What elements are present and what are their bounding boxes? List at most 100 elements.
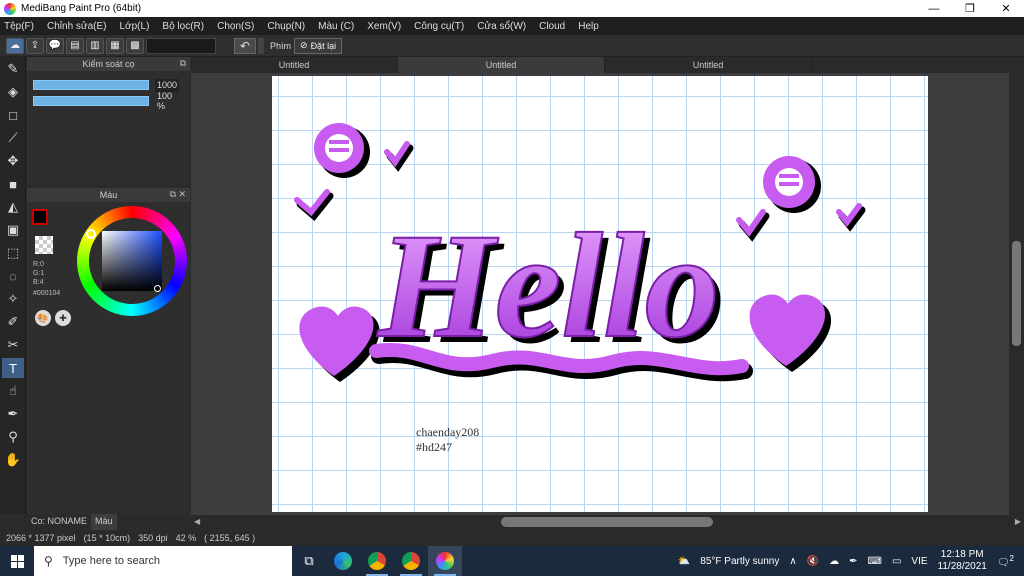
- weather-icon[interactable]: ⛅: [678, 556, 690, 567]
- menu-tools[interactable]: Công cụ(T): [414, 21, 464, 32]
- tab-brush-name[interactable]: Co: NONAME: [27, 514, 91, 530]
- top-toolbar: ☁ ⇪ 💬 ▤ ▥ ▦ ▩ ↶ Phím ⊘ Đặt lại: [0, 35, 1024, 57]
- palette-icon[interactable]: 🎨: [35, 310, 51, 326]
- menu-cloud[interactable]: Cloud: [539, 21, 565, 32]
- caption-line-1: chaenday208: [416, 425, 479, 439]
- tab-color[interactable]: Màu: [91, 514, 117, 530]
- canvas-area[interactable]: Hello Hello chaenday208 #hd247: [191, 73, 1009, 515]
- settings-page-icon[interactable]: ▦: [106, 37, 124, 54]
- close-button[interactable]: ✕: [988, 0, 1024, 17]
- status-dpi: 350 dpi: [138, 533, 168, 543]
- move-icon[interactable]: ✥: [2, 151, 24, 171]
- volume-icon[interactable]: 🔇: [807, 556, 819, 567]
- rectangle-icon[interactable]: □: [2, 105, 24, 125]
- palette-add-icon[interactable]: ✚: [55, 310, 71, 326]
- doc-tab-3[interactable]: Untitled: [605, 57, 812, 73]
- status-size: 2066 * 1377 pixel: [6, 533, 76, 543]
- display-icon[interactable]: ▭: [892, 556, 901, 567]
- menu-layer[interactable]: Lớp(L): [120, 21, 150, 32]
- menu-view[interactable]: Xem(V): [367, 21, 401, 32]
- status-dims: (15 * 10cm): [83, 533, 131, 543]
- medibang-app-icon: [4, 2, 16, 15]
- maximize-button[interactable]: ❐: [952, 0, 988, 17]
- dropper-2-icon[interactable]: ⚲: [2, 427, 24, 447]
- chrome-icon[interactable]: [360, 546, 394, 576]
- pen-tray-icon[interactable]: ✒: [849, 556, 857, 567]
- menu-window[interactable]: Cửa sổ(W): [477, 21, 526, 32]
- pen-icon[interactable]: ⟋: [2, 128, 24, 148]
- sv-marker[interactable]: [154, 285, 161, 292]
- brush-icon[interactable]: ✎: [2, 59, 24, 79]
- gradient-icon[interactable]: ▣: [2, 220, 24, 240]
- menu-bar: Tệp(F) Chỉnh sửa(E) Lớp(L) Bộ lọc(R) Chọ…: [0, 17, 1024, 35]
- select-pen-icon[interactable]: ✐: [2, 312, 24, 332]
- undo-icon[interactable]: ↶: [234, 37, 256, 54]
- menu-help[interactable]: Help: [578, 21, 599, 32]
- text-icon[interactable]: T: [2, 358, 24, 378]
- horizontal-scrollbar[interactable]: ◀ ▶: [191, 515, 1024, 529]
- task-view-icon[interactable]: ⧉: [292, 546, 326, 576]
- saturation-value-square[interactable]: [102, 231, 162, 291]
- eraser-icon[interactable]: ◈: [2, 82, 24, 102]
- keyboard-icon[interactable]: ⌨: [868, 556, 882, 567]
- brush-size-slider[interactable]: [33, 80, 149, 90]
- menu-color[interactable]: Màu (C): [318, 21, 354, 32]
- reset-button[interactable]: ⊘ Đặt lại: [294, 37, 343, 54]
- brush-opacity-slider[interactable]: [33, 96, 149, 106]
- grid-icon[interactable]: ▩: [126, 37, 144, 54]
- weather-text[interactable]: 85°F Partly sunny: [700, 556, 779, 567]
- upload-icon[interactable]: ⇪: [26, 37, 44, 54]
- color-wheel[interactable]: [77, 206, 187, 316]
- canvas-paper[interactable]: Hello Hello chaenday208 #hd247: [272, 76, 928, 512]
- panel-close-icon[interactable]: ⧉ ✕: [170, 189, 186, 200]
- minimize-button[interactable]: —: [916, 0, 952, 17]
- cloud-icon[interactable]: ☁: [6, 37, 24, 54]
- page-icon[interactable]: ▥: [86, 37, 104, 54]
- notification-icon[interactable]: 🗨2: [997, 554, 1014, 568]
- tool-strip: ✎ ◈ □ ⟋ ✥ ■ ◭ ▣ ⬚ ◌ ✧ ✐ ✂ T ☝ ✒ ⚲ ✋: [0, 57, 26, 514]
- menu-edit[interactable]: Chỉnh sửa(E): [47, 21, 107, 32]
- tray-chevron-icon[interactable]: ∧: [789, 556, 796, 567]
- brush-size-value[interactable]: 1000: [155, 78, 179, 92]
- edge-icon[interactable]: [326, 546, 360, 576]
- lasso-icon[interactable]: ◌: [2, 266, 24, 286]
- operation-icon[interactable]: ☝: [2, 381, 24, 401]
- select-rect-icon[interactable]: ⬚: [2, 243, 24, 263]
- clock[interactable]: 12:18 PM 11/28/2021: [938, 549, 987, 573]
- panel-popout-icon[interactable]: ⧉: [180, 58, 186, 69]
- select-eraser-icon[interactable]: ✂: [2, 335, 24, 355]
- dropper-icon[interactable]: ✒: [2, 404, 24, 424]
- chat-icon[interactable]: 💬: [46, 37, 64, 54]
- medibang-icon[interactable]: [428, 546, 462, 576]
- doc-tab-2[interactable]: Untitled: [398, 57, 605, 73]
- doc-tab-1[interactable]: Untitled: [191, 57, 398, 73]
- comment-icon[interactable]: ▤: [66, 37, 84, 54]
- scroll-left-icon[interactable]: ◀: [194, 517, 200, 526]
- cloud-sync-icon[interactable]: ☁: [829, 556, 839, 567]
- magic-wand-icon[interactable]: ✧: [2, 289, 24, 309]
- menu-snap[interactable]: Chụp(N): [267, 21, 305, 32]
- menu-file[interactable]: Tệp(F): [4, 21, 34, 32]
- start-button[interactable]: [0, 546, 34, 576]
- scroll-right-icon[interactable]: ▶: [1015, 517, 1021, 526]
- chrome-icon-2[interactable]: [394, 546, 428, 576]
- vertical-scroll-thumb[interactable]: [1012, 241, 1021, 346]
- fill-rect-icon[interactable]: ■: [2, 174, 24, 194]
- menu-select[interactable]: Chọn(S): [217, 21, 254, 32]
- foreground-swatch[interactable]: [32, 209, 48, 225]
- transparent-swatch[interactable]: [35, 236, 53, 254]
- hue-marker[interactable]: [86, 229, 96, 239]
- hand-icon[interactable]: ✋: [2, 450, 24, 470]
- bucket-icon[interactable]: ◭: [2, 197, 24, 217]
- smiley-decoration-right: [736, 156, 866, 242]
- clock-time: 12:18 PM: [940, 549, 984, 560]
- vertical-scrollbar[interactable]: [1009, 73, 1024, 515]
- toolbar-handle[interactable]: [258, 37, 264, 54]
- menu-filter[interactable]: Bộ lọc(R): [162, 21, 204, 32]
- toolbar-field[interactable]: [146, 37, 216, 54]
- taskbar-search[interactable]: ⚲ Type here to search: [34, 546, 292, 576]
- horizontal-scroll-thumb[interactable]: [501, 517, 713, 527]
- hello-artwork: Hello Hello chaenday208 #hd247: [294, 123, 866, 454]
- language-indicator[interactable]: VIE: [911, 556, 927, 567]
- brush-opacity-row: 100 %: [27, 91, 190, 111]
